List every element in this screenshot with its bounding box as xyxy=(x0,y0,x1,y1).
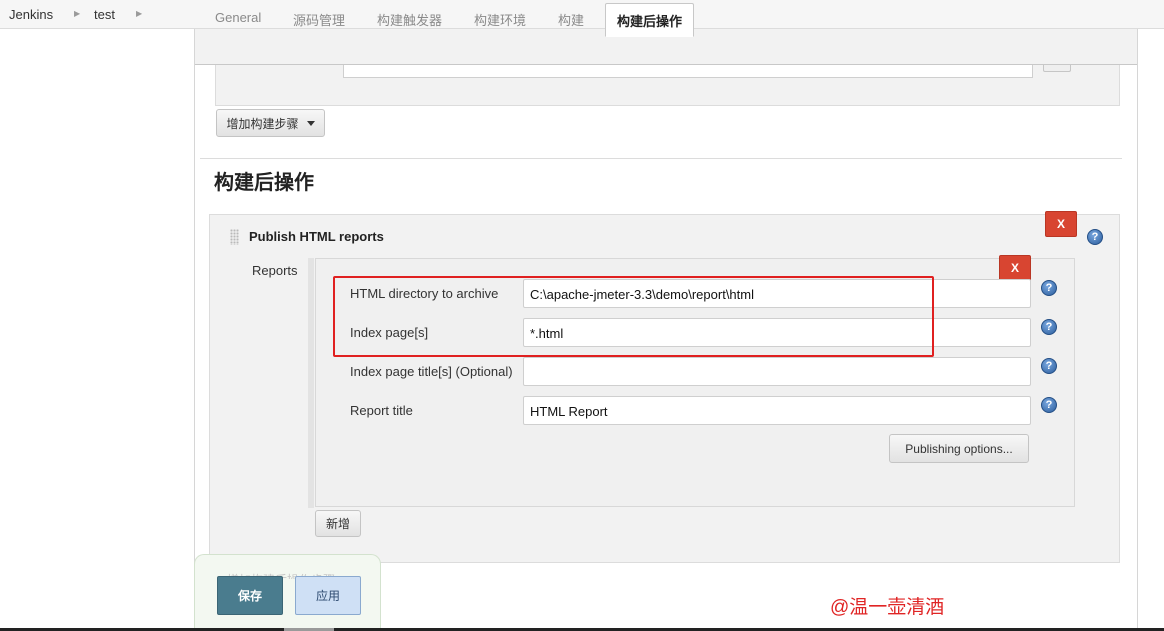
breadcrumb-separator-icon[interactable]: ▶ xyxy=(136,9,142,18)
tab-build[interactable]: 构建 xyxy=(558,10,584,29)
build-step-command-input[interactable] xyxy=(343,65,1033,78)
add-build-step-label: 增加构建步骤 xyxy=(226,116,299,131)
save-button[interactable]: 保存 xyxy=(217,576,283,615)
add-report-button[interactable]: 新增 xyxy=(315,510,361,537)
reports-indent-bar xyxy=(308,258,314,508)
caret-down-icon xyxy=(306,120,315,126)
build-step-expand-button[interactable] xyxy=(1043,65,1071,72)
tab-build-triggers[interactable]: 构建触发器 xyxy=(377,10,442,29)
index-pages-help-icon[interactable]: ? xyxy=(1041,319,1057,335)
report-title-input[interactable]: HTML Report xyxy=(523,396,1031,425)
publishing-options-button[interactable]: Publishing options... xyxy=(889,434,1029,463)
drag-handle-icon[interactable] xyxy=(230,229,239,245)
tab-build-environment[interactable]: 构建环境 xyxy=(474,10,526,29)
breadcrumb-separator-icon[interactable]: ▶ xyxy=(74,9,80,18)
delete-publisher-button[interactable]: X xyxy=(1045,211,1077,237)
report-title-help-icon[interactable]: ? xyxy=(1041,397,1057,413)
tab-general[interactable]: General xyxy=(215,10,261,25)
tab-post-build-actions[interactable]: 构建后操作 xyxy=(605,3,695,37)
reports-label: Reports xyxy=(252,263,298,278)
html-directory-help-icon[interactable]: ? xyxy=(1041,280,1057,296)
breadcrumb-test[interactable]: test xyxy=(94,7,115,22)
delete-report-button[interactable]: X xyxy=(999,255,1031,281)
section-divider xyxy=(200,158,1122,159)
report-title-label: Report title xyxy=(350,403,413,418)
publisher-title: Publish HTML reports xyxy=(249,229,384,244)
annotation-highlight xyxy=(333,276,934,357)
watermark: @温一壶清酒 xyxy=(830,597,945,618)
index-page-titles-label: Index page title[s] (Optional) xyxy=(350,364,513,379)
apply-button[interactable]: 应用 xyxy=(295,576,361,615)
breadcrumb-jenkins[interactable]: Jenkins xyxy=(9,7,53,22)
post-build-heading: 构建后操作 xyxy=(214,172,314,194)
index-page-titles-input[interactable] xyxy=(523,357,1031,386)
tab-scm[interactable]: 源码管理 xyxy=(293,10,345,29)
add-build-step-button[interactable]: 增加构建步骤 xyxy=(216,109,325,137)
index-page-titles-help-icon[interactable]: ? xyxy=(1041,358,1057,374)
publisher-help-icon[interactable]: ? xyxy=(1087,229,1103,245)
